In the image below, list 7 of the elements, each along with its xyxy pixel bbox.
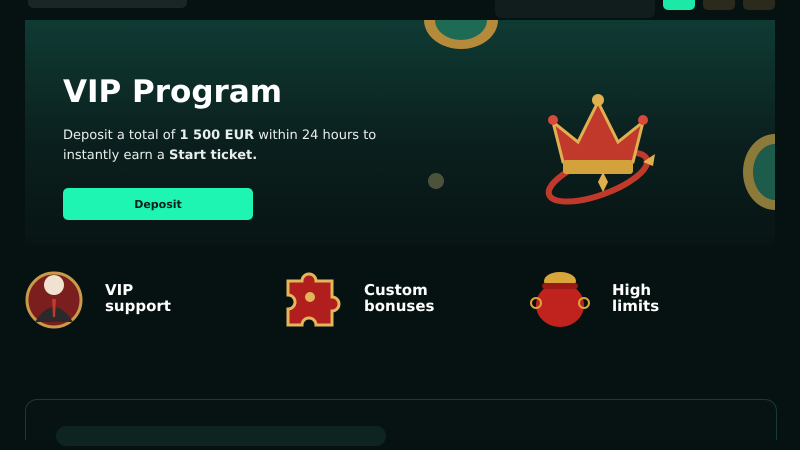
feature-label: Custom bonuses <box>364 282 434 314</box>
feature-label: High limits <box>612 282 660 314</box>
header-button[interactable] <box>663 0 695 10</box>
deposit-button[interactable]: Deposit <box>63 188 253 220</box>
feature-label: VIP support <box>105 282 171 314</box>
hero-description: Deposit a total of 1 500 EUR within 24 hours to instantly earn a Start ticket. <box>63 127 378 165</box>
hero-title: VIP Program <box>63 73 284 112</box>
